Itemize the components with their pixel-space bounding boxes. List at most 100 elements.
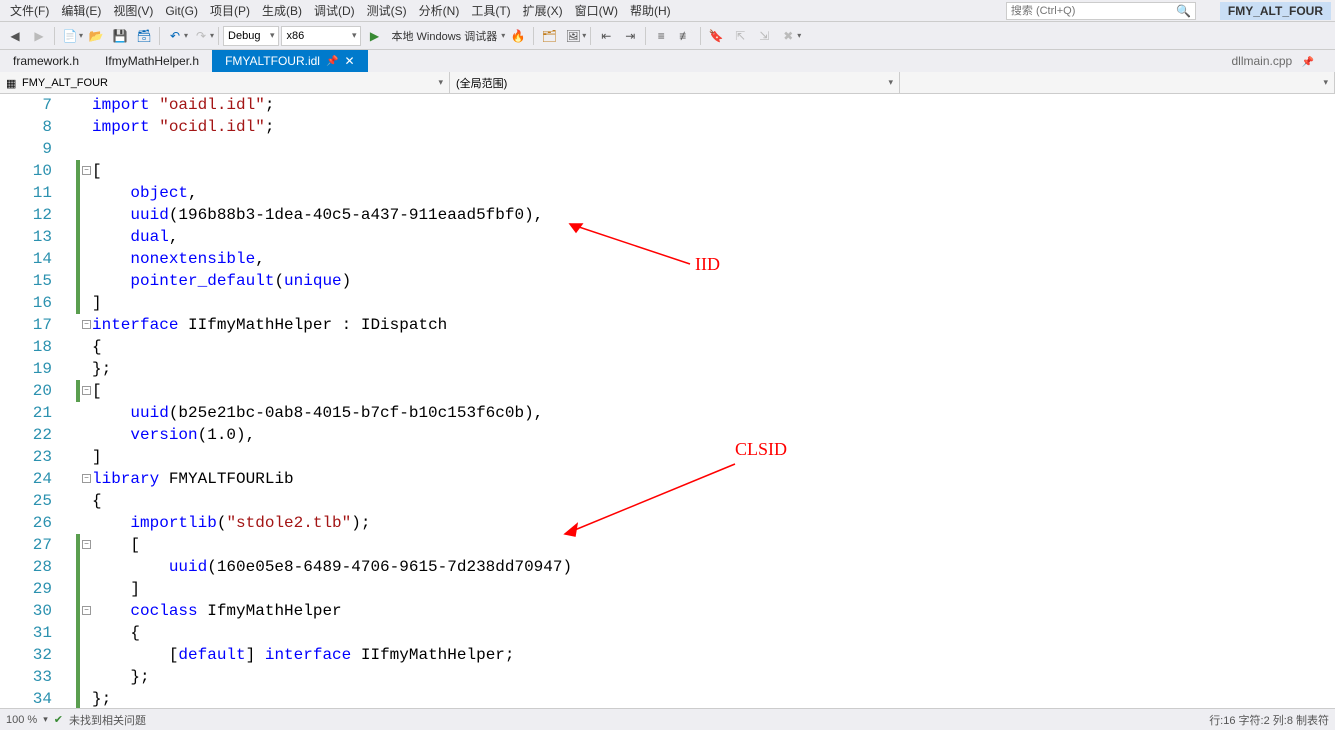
new-item-button[interactable]: 📄▾ bbox=[59, 25, 83, 47]
line-number: 19 bbox=[0, 358, 52, 380]
fold-toggle[interactable]: − bbox=[82, 474, 91, 483]
line-number: 34 bbox=[0, 688, 52, 708]
tab-ifmymathhelper[interactable]: IfmyMathHelper.h bbox=[92, 50, 212, 72]
tab-framework[interactable]: framework.h bbox=[0, 50, 92, 72]
fire-icon[interactable]: 🔥 bbox=[507, 25, 529, 47]
separator bbox=[700, 27, 701, 45]
nav-fwd-button[interactable]: ▶ bbox=[28, 25, 50, 47]
scope-label: FMY_ALT_FOUR bbox=[22, 77, 108, 89]
menu-window[interactable]: 窗口(W) bbox=[569, 0, 624, 21]
line-number: 32 bbox=[0, 644, 52, 666]
menu-git[interactable]: Git(G) bbox=[159, 2, 204, 20]
line-number: 9 bbox=[0, 138, 52, 160]
line-number: 15 bbox=[0, 270, 52, 292]
scope-label: (全局范围) bbox=[456, 75, 507, 91]
menu-help[interactable]: 帮助(H) bbox=[624, 0, 677, 21]
scope-combo-3[interactable] bbox=[900, 72, 1335, 93]
fold-toggle[interactable]: − bbox=[82, 386, 91, 395]
line-number: 8 bbox=[0, 116, 52, 138]
line-number: 12 bbox=[0, 204, 52, 226]
close-icon[interactable]: ✕ bbox=[344, 54, 354, 68]
line-number: 18 bbox=[0, 336, 52, 358]
menu-debug[interactable]: 调试(D) bbox=[308, 0, 361, 21]
menu-bar: 文件(F) 编辑(E) 视图(V) Git(G) 项目(P) 生成(B) 调试(… bbox=[0, 0, 1335, 22]
line-number: 14 bbox=[0, 248, 52, 270]
search-input[interactable] bbox=[1007, 5, 1172, 17]
menu-view[interactable]: 视图(V) bbox=[107, 0, 159, 21]
scope-combo-2[interactable]: (全局范围) bbox=[450, 72, 900, 93]
indent-in-icon[interactable]: ⇥ bbox=[619, 25, 641, 47]
toolbar: ◀ ▶ 📄▾ 📂 💾 🗃 ↶▾ ↷▾ Debug x86 ▶ 本地 Window… bbox=[0, 22, 1335, 50]
line-number: 13 bbox=[0, 226, 52, 248]
tab-dllmain[interactable]: dllmain.cpp 📌 bbox=[1219, 50, 1335, 72]
menu-edit[interactable]: 编辑(E) bbox=[55, 0, 107, 21]
line-number: 31 bbox=[0, 622, 52, 644]
bookmark-next-icon[interactable]: ⇲ bbox=[753, 25, 775, 47]
search-box[interactable]: 🔍 bbox=[1006, 2, 1196, 20]
code-editor[interactable]: 7 8 9 10 11 12 13 14 15 16 17 18 19 20 2… bbox=[0, 94, 1335, 708]
pin-icon[interactable]: 📌 bbox=[326, 56, 338, 67]
fold-toggle[interactable]: − bbox=[82, 540, 91, 549]
fold-toggle[interactable]: − bbox=[82, 320, 91, 329]
menu-tools[interactable]: 工具(T) bbox=[465, 0, 516, 21]
debugger-label[interactable]: 本地 Windows 调试器 bbox=[387, 28, 501, 44]
line-number: 10 bbox=[0, 160, 52, 182]
scope-combo-1[interactable]: ▦ FMY_ALT_FOUR bbox=[0, 72, 450, 93]
open-button[interactable]: 📂 bbox=[85, 25, 107, 47]
issues-label[interactable]: 未找到相关问题 bbox=[69, 712, 146, 728]
tab-strip: framework.h IfmyMathHelper.h FMYALTFOUR.… bbox=[0, 50, 1335, 72]
bookmark-clear-icon[interactable]: ✖▾ bbox=[777, 25, 801, 47]
fold-toggle[interactable]: − bbox=[82, 166, 91, 175]
platform-combo[interactable]: x86 bbox=[281, 26, 361, 46]
nav-bar: ▦ FMY_ALT_FOUR (全局范围) bbox=[0, 72, 1335, 94]
separator bbox=[645, 27, 646, 45]
menu-test[interactable]: 测试(S) bbox=[361, 0, 413, 21]
tab-fmyaltfour-idl[interactable]: FMYALTFOUR.idl 📌 ✕ bbox=[212, 50, 367, 72]
project-name-badge: FMY_ALT_FOUR bbox=[1220, 2, 1331, 20]
comment-icon[interactable]: ≡ bbox=[650, 25, 672, 47]
line-number: 22 bbox=[0, 424, 52, 446]
menu-extensions[interactable]: 扩展(X) bbox=[517, 0, 569, 21]
line-number: 21 bbox=[0, 402, 52, 424]
line-number: 26 bbox=[0, 512, 52, 534]
menu-analyze[interactable]: 分析(N) bbox=[413, 0, 466, 21]
debugger-dropdown[interactable]: ▾ bbox=[501, 31, 505, 40]
line-number: 16 bbox=[0, 292, 52, 314]
fold-toggle[interactable]: − bbox=[82, 606, 91, 615]
separator bbox=[54, 27, 55, 45]
pin-icon[interactable]: 📌 bbox=[1302, 57, 1314, 68]
separator bbox=[590, 27, 591, 45]
undo-button[interactable]: ↶▾ bbox=[164, 25, 188, 47]
line-number: 11 bbox=[0, 182, 52, 204]
line-number: 24 bbox=[0, 468, 52, 490]
config-combo[interactable]: Debug bbox=[223, 26, 279, 46]
status-bar: 100 % ▾ ✔ 未找到相关问题 行:16 字符:2 列:8 制表符 bbox=[0, 708, 1335, 730]
search-icon[interactable]: 🔍 bbox=[1172, 4, 1195, 18]
redo-button[interactable]: ↷▾ bbox=[190, 25, 214, 47]
save-all-button[interactable]: 🗃 bbox=[133, 25, 155, 47]
save-button[interactable]: 💾 bbox=[109, 25, 131, 47]
menu-file[interactable]: 文件(F) bbox=[4, 0, 55, 21]
menu-project[interactable]: 项目(P) bbox=[204, 0, 256, 21]
bookmark-icon[interactable]: 🔖 bbox=[705, 25, 727, 47]
line-number: 17 bbox=[0, 314, 52, 336]
picture-icon[interactable]: 🖼▾ bbox=[562, 25, 586, 47]
line-number: 27 bbox=[0, 534, 52, 556]
menu-build[interactable]: 生成(B) bbox=[256, 0, 308, 21]
files-icon[interactable]: 🗂 bbox=[538, 25, 560, 47]
line-number: 29 bbox=[0, 578, 52, 600]
bookmark-prev-icon[interactable]: ⇱ bbox=[729, 25, 751, 47]
line-number: 30 bbox=[0, 600, 52, 622]
indent-out-icon[interactable]: ⇤ bbox=[595, 25, 617, 47]
tab-label: dllmain.cpp bbox=[1232, 54, 1293, 68]
ok-icon: ✔ bbox=[54, 713, 63, 726]
line-number: 25 bbox=[0, 490, 52, 512]
project-icon: ▦ bbox=[6, 77, 18, 89]
code-area[interactable]: import "oaidl.idl"; import "ocidl.idl"; … bbox=[92, 94, 1335, 708]
separator bbox=[218, 27, 219, 45]
start-debug-button[interactable]: ▶ bbox=[363, 25, 385, 47]
uncomment-icon[interactable]: ≢ bbox=[674, 25, 696, 47]
zoom-level[interactable]: 100 % bbox=[6, 714, 37, 726]
nav-back-button[interactable]: ◀ bbox=[4, 25, 26, 47]
line-number: 33 bbox=[0, 666, 52, 688]
